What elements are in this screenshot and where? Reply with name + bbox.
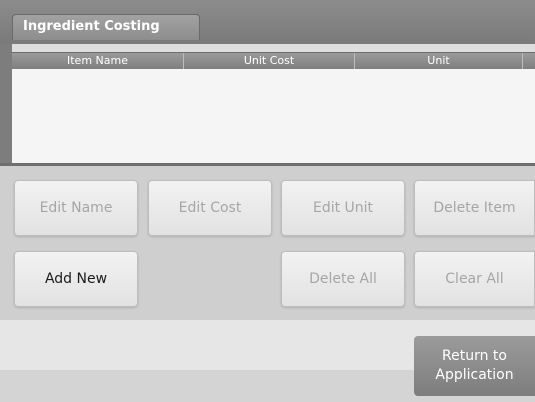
- column-header-unit[interactable]: Unit: [355, 53, 523, 69]
- return-button-line2: Application: [435, 367, 514, 383]
- edit-name-button[interactable]: Edit Name: [14, 180, 138, 236]
- delete-item-button[interactable]: Delete Item: [414, 180, 535, 236]
- return-to-application-button[interactable]: Return to Application: [414, 336, 535, 396]
- edit-unit-button[interactable]: Edit Unit: [281, 180, 405, 236]
- item-table[interactable]: [12, 69, 535, 163]
- column-header-item-name[interactable]: Item Name: [12, 53, 184, 69]
- column-header-unit-cost[interactable]: Unit Cost: [184, 53, 355, 69]
- add-new-button[interactable]: Add New: [14, 251, 138, 307]
- edit-cost-button[interactable]: Edit Cost: [148, 180, 272, 236]
- table-header: Item Name Unit Cost Unit: [12, 52, 535, 69]
- return-button-line1: Return to: [442, 348, 507, 364]
- table-left-rail: [0, 44, 12, 165]
- page-title: Ingredient Costing: [12, 14, 200, 40]
- header-bar: Ingredient Costing: [0, 0, 535, 44]
- button-panel: Edit Name Edit Cost Edit Unit Delete Ite…: [0, 166, 535, 320]
- column-header-extra: [523, 53, 535, 69]
- clear-all-button[interactable]: Clear All: [414, 251, 535, 307]
- delete-all-button[interactable]: Delete All: [281, 251, 405, 307]
